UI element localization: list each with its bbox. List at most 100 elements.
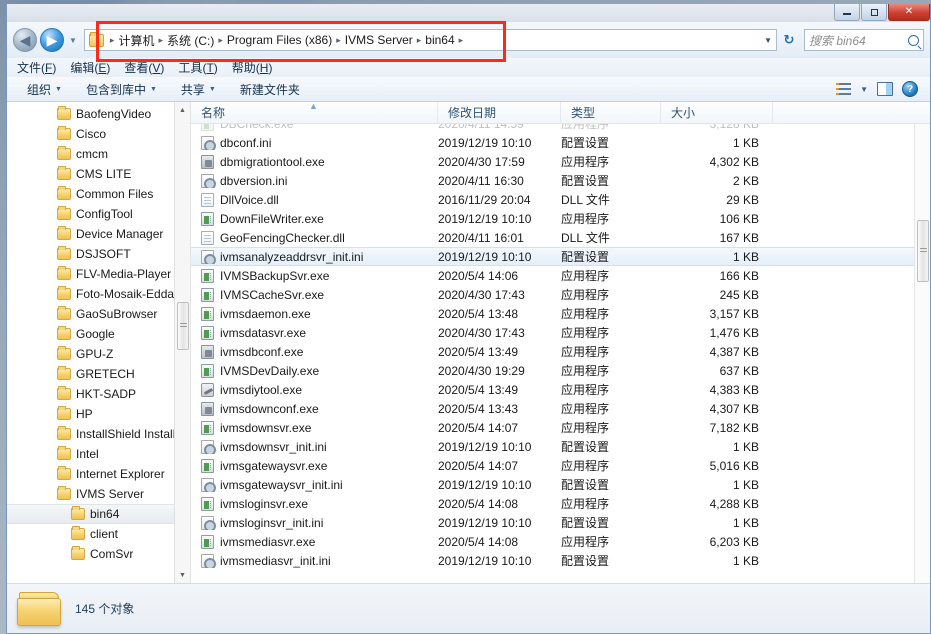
sidebar-item-hp[interactable]: HP: [7, 404, 190, 424]
file-list-scrollbar[interactable]: [914, 124, 930, 583]
sidebar-item-common-files[interactable]: Common Files: [7, 184, 190, 204]
table-row[interactable]: IVMSBackupSvr.exe 2020/5/4 14:06 应用程序 166 K…: [191, 266, 914, 285]
breadcrumb-item-ivms-server[interactable]: IVMS Server: [345, 33, 413, 47]
breadcrumb-item-computer[interactable]: 计算机: [118, 32, 154, 49]
forward-button[interactable]: ▶: [40, 28, 64, 52]
share-button[interactable]: 共享 ▼: [169, 79, 228, 100]
sidebar-item-configtool[interactable]: ConfigTool: [7, 204, 190, 224]
view-mode-icon[interactable]: [836, 83, 852, 95]
table-row[interactable]: ivmsdownsvr.exe 2020/5/4 14:07 应用程序 7,182 K…: [191, 418, 914, 437]
breadcrumb-item-bin64[interactable]: bin64: [425, 33, 454, 47]
sidebar-item-foto-mosaik-edda[interactable]: Foto-Mosaik-Edda: [7, 284, 190, 304]
breadcrumb-separator[interactable]: ▸: [417, 35, 422, 46]
table-row[interactable]: ivmsanalyzeaddrsvr_init.ini 2019/12/19 10…: [191, 247, 914, 266]
table-row[interactable]: ivmsmediasvr.exe 2020/5/4 14:08 应用程序 6,203 …: [191, 532, 914, 551]
column-header-type[interactable]: 类型: [561, 102, 661, 124]
breadcrumb-separator[interactable]: ▸: [158, 35, 163, 46]
sidebar-item-cms-lite[interactable]: CMS LITE: [7, 164, 190, 184]
column-header-date[interactable]: 修改日期: [438, 102, 561, 124]
column-header-name[interactable]: 名称 ▲: [191, 102, 438, 124]
file-date-cell: 2019/12/19 10:10: [438, 135, 532, 150]
sidebar-item-label: IVMS Server: [76, 487, 145, 501]
history-dropdown-icon[interactable]: ▼: [67, 36, 79, 45]
table-row[interactable]: dbconf.ini 2019/12/19 10:10 配置设置 1 KB: [191, 133, 914, 152]
table-row[interactable]: dbmigrationtool.exe 2020/4/30 17:59 应用程序 4,…: [191, 152, 914, 171]
breadcrumb-separator[interactable]: ▸: [459, 35, 464, 46]
table-row[interactable]: ivmsgatewaysvr_init.ini 2019/12/19 10:10 配…: [191, 475, 914, 494]
sidebar-item-baofengvideo[interactable]: BaofengVideo: [7, 104, 190, 124]
sidebar-item-dsjsoft[interactable]: DSJSOFT: [7, 244, 190, 264]
new-folder-button[interactable]: 新建文件夹: [228, 79, 312, 100]
sidebar-item-installshield-installation[interactable]: InstallShield Installation: [7, 424, 190, 444]
organize-button[interactable]: 组织 ▼: [15, 79, 74, 100]
scroll-up-arrow[interactable]: ▲: [175, 102, 190, 118]
sidebar-item-label: CMS LITE: [76, 167, 132, 181]
column-header-size[interactable]: 大小: [661, 102, 773, 124]
sidebar-item-gpu-z[interactable]: GPU-Z: [7, 344, 190, 364]
menu-file[interactable]: 文件(F): [17, 59, 56, 76]
table-row[interactable]: GeoFencingChecker.dll 2020/4/11 16:01 DLL …: [191, 228, 914, 247]
sidebar-item-client[interactable]: client: [7, 524, 190, 544]
table-row[interactable]: DBCheck.exe 2020/4/11 14:59应用程序 3,128 KB: [191, 124, 914, 133]
chevron-down-icon[interactable]: ▼: [764, 36, 772, 45]
sidebar-item-gaosubrowser[interactable]: GaoSuBrowser: [7, 304, 190, 324]
back-button[interactable]: ◀: [13, 28, 37, 52]
table-row[interactable]: ivmsdownconf.exe 2020/5/4 13:43 应用程序 4,307 …: [191, 399, 914, 418]
menu-tools[interactable]: 工具(T): [178, 59, 217, 76]
search-input[interactable]: 搜索 bin64: [804, 29, 924, 51]
preview-pane-icon[interactable]: [877, 82, 893, 96]
table-row[interactable]: IVMSCacheSvr.exe 2020/4/30 17:43 应用程序 245 K…: [191, 285, 914, 304]
table-row[interactable]: ivmsloginsvr_init.ini 2019/12/19 10:10 配置设…: [191, 513, 914, 532]
table-row[interactable]: ivmsmediasvr_init.ini 2019/12/19 10:10 配置设…: [191, 551, 914, 570]
breadcrumb-separator[interactable]: ▸: [336, 35, 341, 46]
folder-icon: [57, 126, 71, 140]
file-size-cell: 245 KB: [719, 287, 759, 302]
table-row[interactable]: DownFileWriter.exe 2019/12/19 10:10 应用程序 10…: [191, 209, 914, 228]
table-row[interactable]: ivmsdiytool.exe 2020/5/4 13:49 应用程序 4,383 K…: [191, 380, 914, 399]
sidebar-item-label: Intel: [76, 447, 99, 461]
breadcrumb-item-drive[interactable]: 系统 (C:): [167, 32, 214, 49]
table-row[interactable]: ivmsdatasvr.exe 2020/4/30 17:43 应用程序 1,476 …: [191, 323, 914, 342]
sidebar-scrollbar[interactable]: ▲ ▼: [174, 102, 190, 583]
table-row[interactable]: ivmsdaemon.exe 2020/5/4 13:48 应用程序 3,157 KB: [191, 304, 914, 323]
refresh-button[interactable]: ↻: [780, 32, 798, 48]
folder-icon: [57, 106, 71, 120]
table-row[interactable]: ivmsdownsvr_init.ini 2019/12/19 10:10 配置设置…: [191, 437, 914, 456]
table-row[interactable]: IVMSDevDaily.exe 2020/4/30 19:29 应用程序 637 K…: [191, 361, 914, 380]
minimize-button[interactable]: [834, 4, 860, 21]
table-row[interactable]: dbversion.ini 2020/4/11 16:30 配置设置 2 KB: [191, 171, 914, 190]
file-list-scroll-thumb[interactable]: [917, 220, 929, 282]
menu-edit[interactable]: 编辑(E): [70, 59, 110, 76]
sidebar-item-gretech[interactable]: GRETECH: [7, 364, 190, 384]
close-button[interactable]: ✕: [888, 4, 930, 21]
sidebar-item-flv-media-player[interactable]: FLV-Media-Player: [7, 264, 190, 284]
sidebar-item-ivms-server[interactable]: IVMS Server: [7, 484, 190, 504]
sidebar-item-hkt-sadp[interactable]: HKT-SADP: [7, 384, 190, 404]
file-date-cell: 2020/4/30 17:59: [438, 154, 525, 169]
help-icon[interactable]: ?: [902, 81, 918, 97]
scroll-down-arrow[interactable]: ▼: [175, 567, 190, 583]
chevron-down-icon[interactable]: ▼: [860, 85, 868, 94]
table-row[interactable]: ivmsdbconf.exe 2020/5/4 13:49 应用程序 4,387 KB: [191, 342, 914, 361]
breadcrumb-bar[interactable]: ▸ 计算机 ▸ 系统 (C:) ▸ Program Files (x86) ▸ …: [83, 29, 777, 51]
sidebar-item-bin64[interactable]: bin64: [7, 504, 190, 524]
search-placeholder: 搜索 bin64: [809, 33, 866, 48]
sidebar-item-comsvr[interactable]: ComSvr: [7, 544, 190, 564]
menu-bar: 文件(F) 编辑(E) 查看(V) 工具(T) 帮助(H): [7, 58, 930, 77]
table-row[interactable]: ivmsloginsvr.exe 2020/5/4 14:08 应用程序 4,288 …: [191, 494, 914, 513]
sidebar-item-google[interactable]: Google: [7, 324, 190, 344]
include-in-library-button[interactable]: 包含到库中 ▼: [74, 79, 169, 100]
table-row[interactable]: ivmsgatewaysvr.exe 2020/5/4 14:07 应用程序 5,01…: [191, 456, 914, 475]
sidebar-item-intel[interactable]: Intel: [7, 444, 190, 464]
breadcrumb-separator[interactable]: ▸: [218, 35, 223, 46]
sidebar-item-cmcm[interactable]: cmcm: [7, 144, 190, 164]
sidebar-item-device-manager[interactable]: Device Manager: [7, 224, 190, 244]
menu-view[interactable]: 查看(V): [124, 59, 164, 76]
maximize-button[interactable]: [861, 4, 887, 21]
breadcrumb-item-program-files[interactable]: Program Files (x86): [227, 33, 332, 47]
table-row[interactable]: DllVoice.dll 2016/11/29 20:04 DLL 文件 29 KB: [191, 190, 914, 209]
sidebar-item-cisco[interactable]: Cisco: [7, 124, 190, 144]
menu-help[interactable]: 帮助(H): [232, 59, 273, 76]
sidebar-scroll-thumb[interactable]: [177, 302, 189, 350]
sidebar-item-internet-explorer[interactable]: Internet Explorer: [7, 464, 190, 484]
